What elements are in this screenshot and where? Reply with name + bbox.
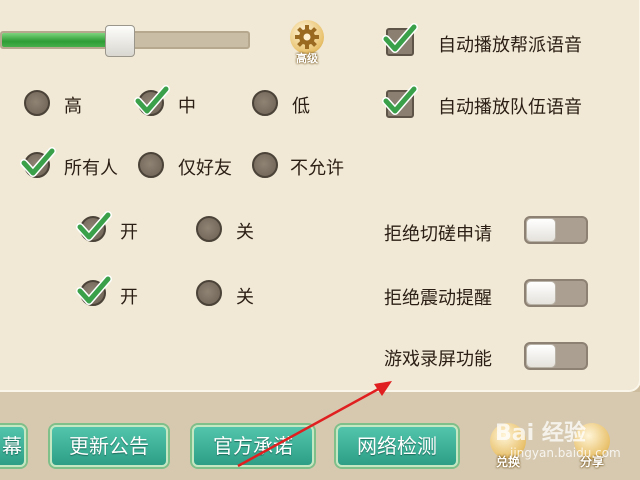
annotation-arrow <box>237 381 392 468</box>
